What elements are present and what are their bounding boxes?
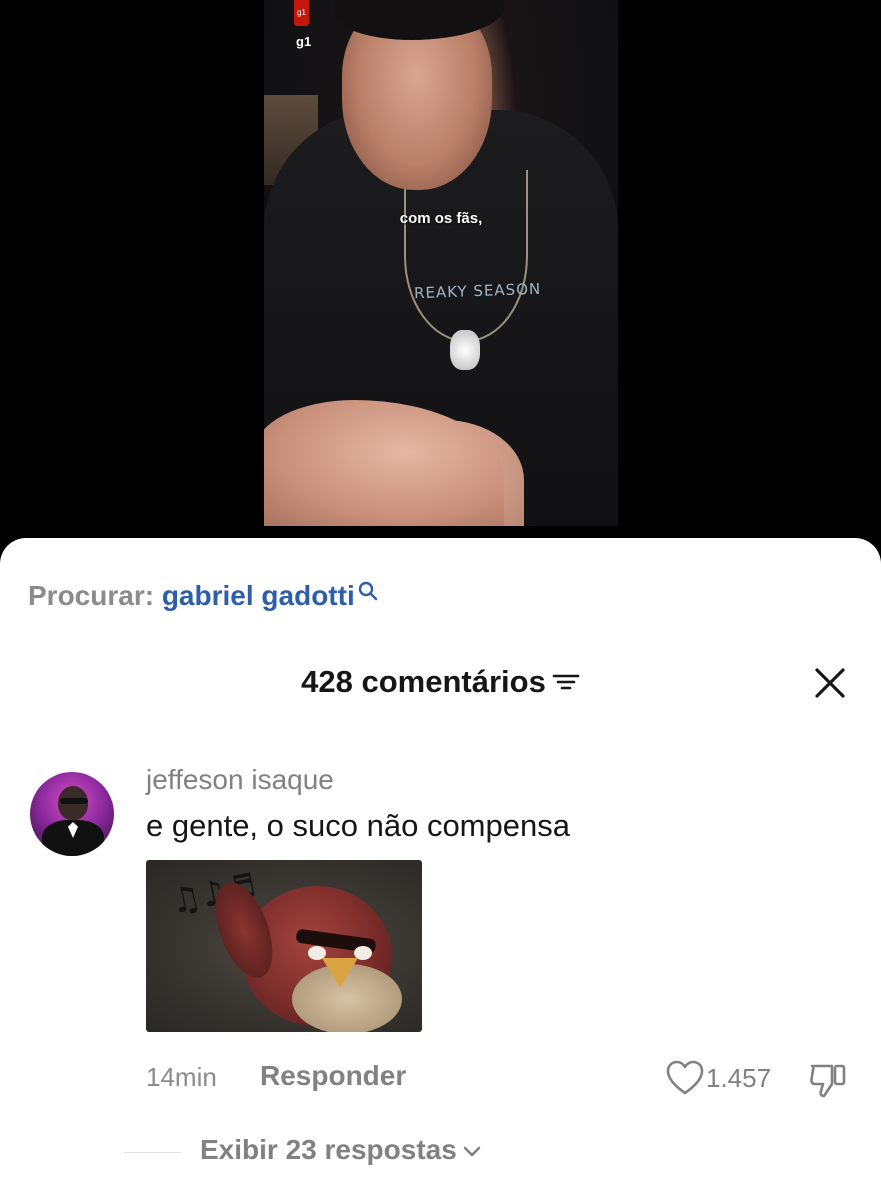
filter-icon[interactable] <box>552 671 580 693</box>
video-caption: com os fãs, <box>399 210 483 227</box>
source-label: g1 <box>296 34 312 49</box>
video-player[interactable]: REAKY SEASON com os fãs, g1 g1 <box>0 0 881 560</box>
bird-eye-graphic <box>308 946 326 960</box>
search-term-link[interactable]: gabriel gadotti <box>162 580 355 611</box>
view-replies-button[interactable]: Exibir 23 respostas <box>200 1134 481 1166</box>
search-icon[interactable] <box>357 580 379 602</box>
chevron-down-icon <box>463 1146 481 1156</box>
search-prefix: Procurar: <box>28 580 155 611</box>
replies-divider <box>124 1152 182 1153</box>
comments-sheet: Procurar: gabriel gadotti 428 comentário… <box>0 538 881 1200</box>
thumbs-down-icon[interactable] <box>808 1060 850 1100</box>
comment-meta-row: 14min Responder 1.457 <box>146 1060 881 1100</box>
comments-count-title: 428 comentários <box>301 664 546 699</box>
avatar-glasses <box>60 798 88 804</box>
like-count: 1.457 <box>706 1062 772 1093</box>
bird-eye-graphic <box>354 946 372 960</box>
comment-image-sticker[interactable]: ♫♪♬ <box>146 860 422 1032</box>
close-icon[interactable] <box>813 666 847 700</box>
avatar[interactable] <box>30 772 114 856</box>
necklace-pendant <box>450 330 480 370</box>
search-suggestion[interactable]: Procurar: gabriel gadotti <box>28 580 379 612</box>
necklace-chain <box>404 170 528 342</box>
view-replies-row: Exibir 23 respostas <box>0 1132 881 1172</box>
reply-button[interactable]: Responder <box>260 1060 406 1092</box>
comment-username[interactable]: jeffeson isaque <box>146 764 334 796</box>
like-button[interactable]: 1.457 <box>666 1060 771 1100</box>
view-replies-label: Exibir 23 respostas <box>200 1134 457 1165</box>
g1-logo-badge: g1 <box>294 0 309 26</box>
comment-item: jeffeson isaque e gente, o suco não comp… <box>0 764 881 1184</box>
comments-header: 428 comentários <box>0 664 881 704</box>
video-frame[interactable]: REAKY SEASON com os fãs, <box>264 0 618 526</box>
heart-icon[interactable] <box>666 1060 704 1096</box>
comment-text: e gente, o suco não compensa <box>146 808 570 843</box>
comment-time: 14min <box>146 1062 217 1092</box>
